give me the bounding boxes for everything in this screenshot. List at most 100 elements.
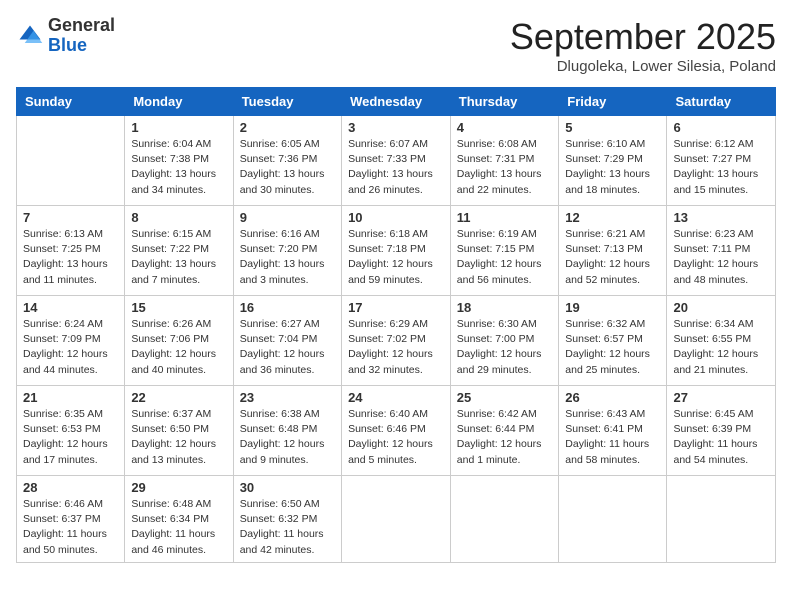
calendar-cell: 15 Sunrise: 6:26 AMSunset: 7:06 PMDayligh… (125, 296, 233, 386)
day-info: Sunrise: 6:18 AMSunset: 7:18 PMDaylight:… (348, 227, 444, 288)
weekday-header-friday: Friday (559, 88, 667, 116)
calendar-cell: 14 Sunrise: 6:24 AMSunset: 7:09 PMDayligh… (17, 296, 125, 386)
calendar-cell (559, 476, 667, 563)
day-number: 20 (673, 300, 769, 315)
calendar-cell (17, 116, 125, 206)
day-info: Sunrise: 6:38 AMSunset: 6:48 PMDaylight:… (240, 407, 335, 468)
weekday-header-saturday: Saturday (667, 88, 776, 116)
logo: General Blue (16, 16, 115, 56)
day-number: 26 (565, 390, 660, 405)
calendar-cell: 5 Sunrise: 6:10 AMSunset: 7:29 PMDaylight… (559, 116, 667, 206)
day-info: Sunrise: 6:46 AMSunset: 6:37 PMDaylight:… (23, 497, 118, 558)
calendar-cell: 11 Sunrise: 6:19 AMSunset: 7:15 PMDayligh… (450, 206, 559, 296)
day-info: Sunrise: 6:08 AMSunset: 7:31 PMDaylight:… (457, 137, 553, 198)
calendar-week-row: 1 Sunrise: 6:04 AMSunset: 7:38 PMDaylight… (17, 116, 776, 206)
day-info: Sunrise: 6:26 AMSunset: 7:06 PMDaylight:… (131, 317, 226, 378)
day-number: 10 (348, 210, 444, 225)
day-info: Sunrise: 6:21 AMSunset: 7:13 PMDaylight:… (565, 227, 660, 288)
day-number: 24 (348, 390, 444, 405)
calendar-cell: 16 Sunrise: 6:27 AMSunset: 7:04 PMDayligh… (233, 296, 341, 386)
calendar-cell: 18 Sunrise: 6:30 AMSunset: 7:00 PMDayligh… (450, 296, 559, 386)
weekday-header-tuesday: Tuesday (233, 88, 341, 116)
day-number: 22 (131, 390, 226, 405)
calendar-cell (667, 476, 776, 563)
calendar-cell: 17 Sunrise: 6:29 AMSunset: 7:02 PMDayligh… (342, 296, 451, 386)
day-info: Sunrise: 6:04 AMSunset: 7:38 PMDaylight:… (131, 137, 226, 198)
day-info: Sunrise: 6:30 AMSunset: 7:00 PMDaylight:… (457, 317, 553, 378)
calendar-cell: 19 Sunrise: 6:32 AMSunset: 6:57 PMDayligh… (559, 296, 667, 386)
calendar-cell (342, 476, 451, 563)
calendar-cell: 29 Sunrise: 6:48 AMSunset: 6:34 PMDayligh… (125, 476, 233, 563)
calendar-cell: 22Sunrise: 6:37 AMSunset: 6:50 PMDayligh… (125, 386, 233, 476)
day-number: 3 (348, 120, 444, 135)
calendar-cell: 4 Sunrise: 6:08 AMSunset: 7:31 PMDaylight… (450, 116, 559, 206)
logo-text: General Blue (48, 16, 115, 56)
day-info: Sunrise: 6:34 AMSunset: 6:55 PMDaylight:… (673, 317, 769, 378)
day-number: 21 (23, 390, 118, 405)
month-title: September 2025 (510, 16, 776, 58)
calendar-cell (450, 476, 559, 563)
day-number: 29 (131, 480, 226, 495)
calendar-table: SundayMondayTuesdayWednesdayThursdayFrid… (16, 87, 776, 563)
calendar-week-row: 7Sunrise: 6:13 AMSunset: 7:25 PMDaylight… (17, 206, 776, 296)
day-info: Sunrise: 6:07 AMSunset: 7:33 PMDaylight:… (348, 137, 444, 198)
day-info: Sunrise: 6:32 AMSunset: 6:57 PMDaylight:… (565, 317, 660, 378)
weekday-header-sunday: Sunday (17, 88, 125, 116)
day-number: 2 (240, 120, 335, 135)
weekday-header-wednesday: Wednesday (342, 88, 451, 116)
day-info: Sunrise: 6:10 AMSunset: 7:29 PMDaylight:… (565, 137, 660, 198)
day-number: 25 (457, 390, 553, 405)
day-number: 16 (240, 300, 335, 315)
day-number: 4 (457, 120, 553, 135)
calendar-cell: 25 Sunrise: 6:42 AMSunset: 6:44 PMDayligh… (450, 386, 559, 476)
calendar-cell: 30Sunrise: 6:50 AMSunset: 6:32 PMDayligh… (233, 476, 341, 563)
calendar-week-row: 14 Sunrise: 6:24 AMSunset: 7:09 PMDayligh… (17, 296, 776, 386)
title-section: September 2025 Dlugoleka, Lower Silesia,… (510, 16, 776, 75)
day-number: 5 (565, 120, 660, 135)
calendar-cell: 27Sunrise: 6:45 AMSunset: 6:39 PMDayligh… (667, 386, 776, 476)
day-info: Sunrise: 6:27 AMSunset: 7:04 PMDaylight:… (240, 317, 335, 378)
calendar-cell: 13 Sunrise: 6:23 AMSunset: 7:11 PMDayligh… (667, 206, 776, 296)
day-number: 1 (131, 120, 226, 135)
weekday-header-monday: Monday (125, 88, 233, 116)
day-number: 18 (457, 300, 553, 315)
day-number: 11 (457, 210, 553, 225)
calendar-cell: 9Sunrise: 6:16 AMSunset: 7:20 PMDaylight… (233, 206, 341, 296)
day-info: Sunrise: 6:35 AMSunset: 6:53 PMDaylight:… (23, 407, 118, 468)
calendar-cell: 28 Sunrise: 6:46 AMSunset: 6:37 PMDayligh… (17, 476, 125, 563)
day-info: Sunrise: 6:15 AMSunset: 7:22 PMDaylight:… (131, 227, 226, 288)
weekday-header-row: SundayMondayTuesdayWednesdayThursdayFrid… (17, 88, 776, 116)
calendar-cell: 26Sunrise: 6:43 AMSunset: 6:41 PMDayligh… (559, 386, 667, 476)
calendar-cell: 2 Sunrise: 6:05 AMSunset: 7:36 PMDaylight… (233, 116, 341, 206)
day-info: Sunrise: 6:12 AMSunset: 7:27 PMDaylight:… (673, 137, 769, 198)
day-info: Sunrise: 6:45 AMSunset: 6:39 PMDaylight:… (673, 407, 769, 468)
day-number: 15 (131, 300, 226, 315)
day-info: Sunrise: 6:29 AMSunset: 7:02 PMDaylight:… (348, 317, 444, 378)
day-number: 9 (240, 210, 335, 225)
calendar-cell: 12 Sunrise: 6:21 AMSunset: 7:13 PMDayligh… (559, 206, 667, 296)
day-info: Sunrise: 6:19 AMSunset: 7:15 PMDaylight:… (457, 227, 553, 288)
calendar-cell: 23 Sunrise: 6:38 AMSunset: 6:48 PMDayligh… (233, 386, 341, 476)
day-info: Sunrise: 6:48 AMSunset: 6:34 PMDaylight:… (131, 497, 226, 558)
logo-icon (16, 22, 44, 50)
logo-general-text: General (48, 16, 115, 36)
day-number: 17 (348, 300, 444, 315)
day-number: 19 (565, 300, 660, 315)
day-info: Sunrise: 6:24 AMSunset: 7:09 PMDaylight:… (23, 317, 118, 378)
day-number: 13 (673, 210, 769, 225)
calendar-cell: 1 Sunrise: 6:04 AMSunset: 7:38 PMDaylight… (125, 116, 233, 206)
calendar-cell: 8Sunrise: 6:15 AMSunset: 7:22 PMDaylight… (125, 206, 233, 296)
calendar-cell: 21 Sunrise: 6:35 AMSunset: 6:53 PMDayligh… (17, 386, 125, 476)
calendar-cell: 10 Sunrise: 6:18 AMSunset: 7:18 PMDayligh… (342, 206, 451, 296)
day-info: Sunrise: 6:23 AMSunset: 7:11 PMDaylight:… (673, 227, 769, 288)
calendar-cell: 20 Sunrise: 6:34 AMSunset: 6:55 PMDayligh… (667, 296, 776, 386)
day-number: 28 (23, 480, 118, 495)
day-number: 12 (565, 210, 660, 225)
day-number: 14 (23, 300, 118, 315)
day-info: Sunrise: 6:40 AMSunset: 6:46 PMDaylight:… (348, 407, 444, 468)
day-number: 23 (240, 390, 335, 405)
day-info: Sunrise: 6:05 AMSunset: 7:36 PMDaylight:… (240, 137, 335, 198)
day-info: Sunrise: 6:42 AMSunset: 6:44 PMDaylight:… (457, 407, 553, 468)
day-number: 7 (23, 210, 118, 225)
calendar-cell: 7Sunrise: 6:13 AMSunset: 7:25 PMDaylight… (17, 206, 125, 296)
